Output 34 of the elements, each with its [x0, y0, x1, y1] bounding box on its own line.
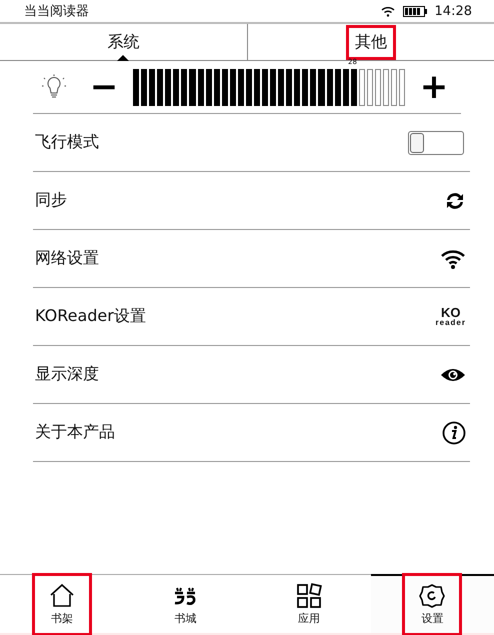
settings-row[interactable]: 飞行模式: [33, 114, 470, 172]
setting-label: KOReader设置: [35, 306, 146, 327]
eye-icon: [440, 366, 466, 382]
settings-icon: [419, 583, 446, 609]
setting-label: 网络设置: [35, 248, 99, 269]
setting-label: 同步: [35, 190, 67, 211]
nav-tab[interactable]: 书城: [124, 574, 247, 633]
apps-icon: [296, 583, 322, 609]
home-icon: [48, 583, 75, 609]
battery-icon: [402, 6, 427, 16]
nav-tab[interactable]: 设置: [370, 574, 494, 633]
app-title: 当当阅读器: [24, 3, 90, 20]
setting-label: 关于本产品: [35, 422, 115, 443]
toggle-switch[interactable]: [408, 130, 464, 154]
settings-row[interactable]: 同步: [33, 172, 470, 230]
setting-label: 飞行模式: [35, 132, 99, 153]
wifi-icon: [380, 6, 395, 16]
settings-row[interactable]: 关于本产品: [33, 404, 470, 462]
decrease-button[interactable]: −: [89, 70, 119, 104]
settings-row[interactable]: 显示深度: [33, 346, 470, 404]
sync-icon: [444, 190, 466, 210]
info-icon: [442, 420, 466, 444]
nav-tab[interactable]: 书架: [0, 574, 124, 633]
nav-tab[interactable]: 应用: [247, 574, 370, 633]
koreader-logo: KO reader: [436, 306, 466, 327]
increase-button[interactable]: +: [419, 70, 449, 104]
lightbulb-icon: [41, 74, 67, 100]
tab[interactable]: 系统: [0, 24, 246, 60]
clock-time: 14:28: [434, 4, 472, 18]
setting-label: 显示深度: [35, 364, 99, 385]
tab[interactable]: 其他: [246, 24, 494, 60]
settings-row[interactable]: KOReader设置 KO reader: [33, 288, 470, 346]
settings-row[interactable]: 网络设置: [33, 230, 470, 288]
wifi-icon: [440, 248, 466, 268]
